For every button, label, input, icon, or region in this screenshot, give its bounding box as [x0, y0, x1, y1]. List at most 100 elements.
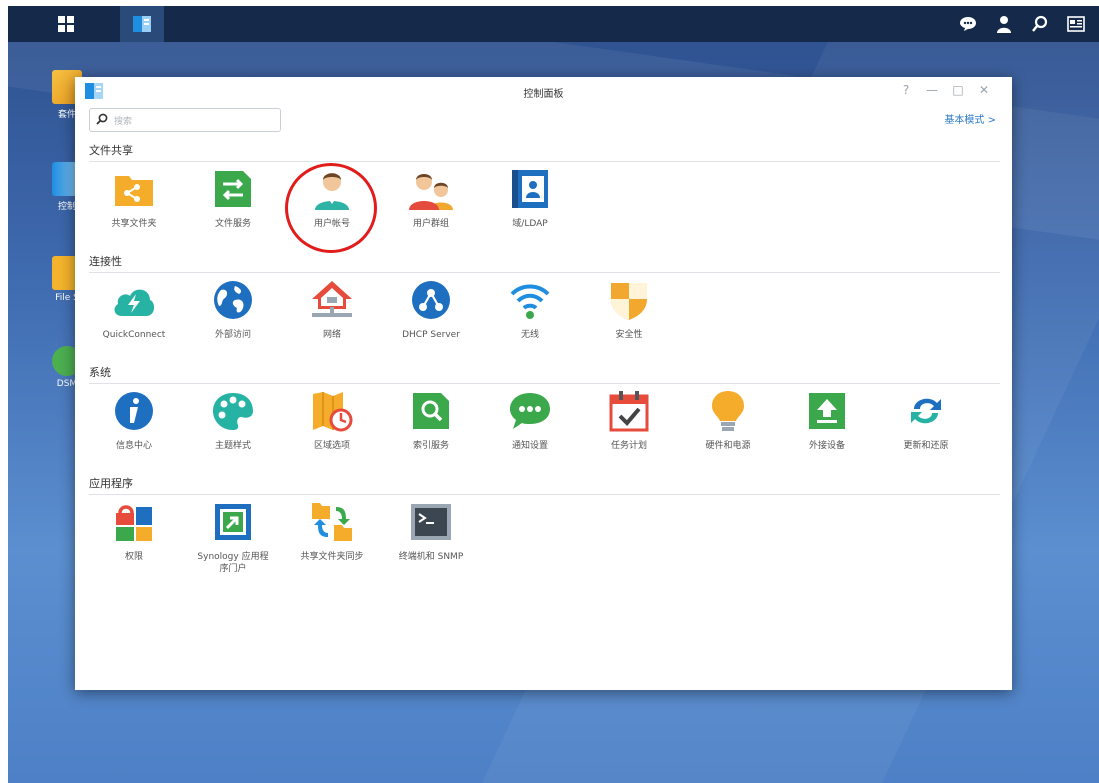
- search-icon: [96, 113, 108, 125]
- user-icon: [997, 16, 1011, 33]
- domain-ldap-icon: [507, 166, 553, 212]
- item-external-devices[interactable]: 外接设备: [787, 388, 867, 452]
- security-shield-icon: [606, 277, 652, 323]
- info-center-icon: [111, 388, 157, 434]
- search-input[interactable]: 搜索: [89, 108, 281, 132]
- item-label: 硬件和电源: [705, 441, 751, 451]
- widgets-icon: [1067, 16, 1085, 32]
- item-label: 主题样式: [214, 441, 251, 451]
- item-label: 区域选项: [313, 441, 350, 451]
- minimize-icon: —: [926, 83, 938, 97]
- item-info-center[interactable]: 信息中心: [94, 388, 174, 452]
- shared-folder-icon: [111, 166, 157, 212]
- item-label: 通知设置: [511, 441, 548, 451]
- item-label: Synology 应用程序门户: [197, 552, 269, 574]
- help-button[interactable]: ?: [898, 83, 914, 97]
- item-external-access[interactable]: 外部访问: [193, 277, 273, 341]
- shared-folder-sync-icon: [309, 499, 355, 545]
- section-title: 文件共享: [89, 144, 133, 157]
- taskbar-control-panel-button[interactable]: [120, 6, 164, 42]
- wireless-icon: [507, 277, 553, 323]
- dhcp-server-icon: [408, 277, 454, 323]
- item-label: 信息中心: [115, 441, 152, 451]
- item-privileges[interactable]: 权限: [94, 499, 174, 563]
- minimize-button[interactable]: —: [924, 83, 940, 97]
- section-items: QuickConnect 外部访问 网络 DHCP Server 无线 安全性: [89, 277, 1000, 367]
- item-label: 任务计划: [610, 441, 647, 451]
- control-panel-window: 控制面板 ? — □ ✕ 搜索 基本模式 > 文件共享 共享文件夹 文件服务 用…: [75, 77, 1012, 690]
- item-label: 安全性: [615, 330, 643, 340]
- update-restore-icon: [903, 388, 949, 434]
- network-icon: [309, 277, 355, 323]
- item-label: 文件服务: [214, 219, 251, 229]
- section-items: 信息中心 主题样式 区域选项 索引服务 通知设置 任务计划 硬件和电源 外接设备…: [89, 388, 1000, 478]
- external-access-icon: [210, 277, 256, 323]
- external-devices-icon: [804, 388, 850, 434]
- task-scheduler-icon: [606, 388, 652, 434]
- item-user-group[interactable]: 用户群组: [391, 166, 471, 230]
- item-shared-folder-sync[interactable]: 共享文件夹同步: [292, 499, 372, 563]
- window-titlebar[interactable]: 控制面板 ? — □ ✕: [75, 77, 1012, 107]
- item-hardware-power[interactable]: 硬件和电源: [688, 388, 768, 452]
- item-domain-ldap[interactable]: 域/LDAP: [490, 166, 570, 230]
- close-button[interactable]: ✕: [976, 83, 992, 97]
- section-divider: [89, 383, 1000, 384]
- item-label: 更新和还原: [903, 441, 949, 451]
- maximize-icon: □: [952, 83, 964, 97]
- item-notification[interactable]: 通知设置: [490, 388, 570, 452]
- item-shared-folder[interactable]: 共享文件夹: [94, 166, 174, 230]
- section-items: 共享文件夹 文件服务 用户帐号 用户群组 域/LDAP: [89, 166, 1000, 256]
- item-label: QuickConnect: [102, 330, 166, 340]
- item-network[interactable]: 网络: [292, 277, 372, 341]
- close-icon: ✕: [978, 83, 990, 97]
- item-dhcp-server[interactable]: DHCP Server: [391, 277, 471, 341]
- regional-options-icon: [309, 388, 355, 434]
- item-update-restore[interactable]: 更新和还原: [886, 388, 966, 452]
- basic-mode-link[interactable]: 基本模式 >: [944, 111, 996, 126]
- messages-button[interactable]: [948, 6, 988, 42]
- item-label: 终端机和 SNMP: [398, 552, 464, 562]
- quickconnect-icon: [111, 277, 157, 323]
- item-wireless[interactable]: 无线: [490, 277, 570, 341]
- item-quickconnect[interactable]: QuickConnect: [94, 277, 174, 341]
- control-panel-icon: [133, 16, 151, 32]
- taskbar: [8, 6, 1099, 42]
- question-mark-icon: ?: [902, 83, 910, 97]
- main-menu-button[interactable]: [46, 6, 86, 42]
- item-theme[interactable]: 主题样式: [193, 388, 273, 452]
- item-label: 外部访问: [214, 330, 251, 340]
- user-menu-button[interactable]: [984, 6, 1024, 42]
- file-services-icon: [210, 166, 256, 212]
- item-regional-options[interactable]: 区域选项: [292, 388, 372, 452]
- item-label: 索引服务: [412, 441, 449, 451]
- section-divider: [89, 494, 1000, 495]
- notification-icon: [507, 388, 553, 434]
- item-label: 外接设备: [808, 441, 845, 451]
- item-task-scheduler[interactable]: 任务计划: [589, 388, 669, 452]
- section-applications: 应用程序 权限 Synology 应用程序门户 共享文件夹同步 终端机和 SNM…: [89, 475, 1000, 574]
- item-indexing-service[interactable]: 索引服务: [391, 388, 471, 452]
- section-items: 权限 Synology 应用程序门户 共享文件夹同步 终端机和 SNMP: [89, 499, 1000, 589]
- search-button[interactable]: [1020, 6, 1060, 42]
- section-divider: [89, 161, 1000, 162]
- item-label: 域/LDAP: [512, 219, 548, 229]
- user-group-icon: [408, 166, 454, 212]
- item-terminal-snmp[interactable]: 终端机和 SNMP: [391, 499, 471, 563]
- item-file-services[interactable]: 文件服务: [193, 166, 273, 230]
- grid-icon: [58, 16, 74, 32]
- widgets-button[interactable]: [1056, 6, 1096, 42]
- item-app-portal[interactable]: Synology 应用程序门户: [193, 499, 273, 575]
- item-label: 无线: [520, 330, 539, 340]
- section-connectivity: 连接性 QuickConnect 外部访问 网络 DHCP Server 无线 …: [89, 253, 1000, 340]
- item-label: DHCP Server: [402, 330, 460, 340]
- maximize-button[interactable]: □: [950, 83, 966, 97]
- item-security[interactable]: 安全性: [589, 277, 669, 341]
- section-title: 应用程序: [89, 477, 133, 490]
- item-label: 共享文件夹同步: [300, 552, 364, 562]
- section-system: 系统 信息中心 主题样式 区域选项 索引服务 通知设置 任务计划 硬件和电源 外…: [89, 364, 1000, 451]
- theme-palette-icon: [210, 388, 256, 434]
- privileges-icon: [111, 499, 157, 545]
- section-file-sharing: 文件共享 共享文件夹 文件服务 用户帐号 用户群组 域/LDAP: [89, 142, 1000, 229]
- item-label: 共享文件夹: [111, 219, 157, 229]
- chat-bubble-icon: [960, 17, 976, 31]
